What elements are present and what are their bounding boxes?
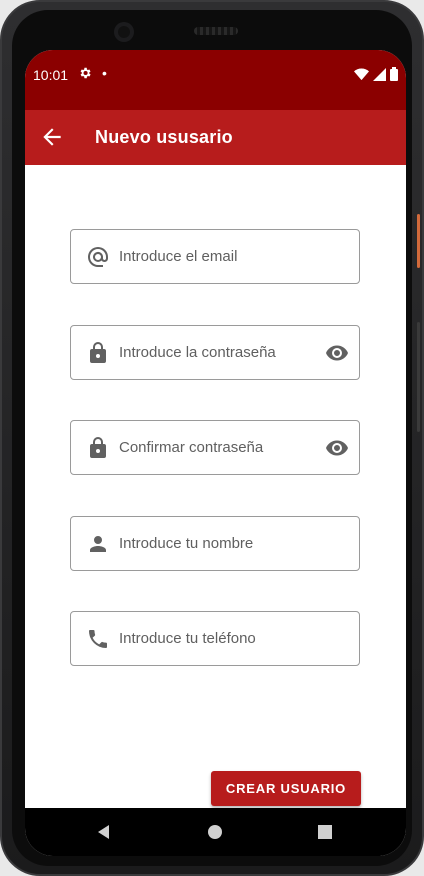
confirm-password-field[interactable]: Confirmar contraseña	[70, 420, 360, 475]
notification-dot: •	[102, 65, 107, 81]
phone-field[interactable]: Introduce tu teléfono	[70, 611, 360, 666]
person-icon	[86, 532, 110, 556]
email-placeholder: Introduce el email	[119, 248, 238, 265]
front-camera	[114, 22, 134, 42]
system-nav-bar	[25, 808, 406, 856]
name-field[interactable]: Introduce tu nombre	[70, 516, 360, 571]
settings-icon	[78, 66, 92, 83]
cellular-signal-icon	[373, 67, 386, 86]
power-button	[417, 322, 420, 432]
lock-icon	[86, 436, 110, 460]
eye-icon[interactable]	[325, 436, 349, 460]
status-bar: 10:01 •	[25, 50, 406, 110]
back-triangle-icon[interactable]	[92, 820, 116, 844]
wifi-icon	[354, 68, 369, 86]
page-title: Nuevo ususario	[95, 127, 233, 147]
phone-placeholder: Introduce tu teléfono	[119, 630, 256, 647]
create-user-button[interactable]: CREAR USUARIO	[211, 771, 361, 806]
recents-square-icon[interactable]	[313, 820, 337, 844]
status-icons	[354, 67, 398, 86]
lock-icon	[86, 341, 110, 365]
status-time: 10:01	[33, 67, 69, 83]
eye-icon[interactable]	[325, 341, 349, 365]
phone-icon	[86, 627, 110, 651]
phone-frame: 10:01 • Nuevo ususario Introduce el emai…	[0, 0, 424, 876]
arrow-back-icon[interactable]	[39, 124, 65, 150]
name-placeholder: Introduce tu nombre	[119, 535, 254, 552]
at-sign-icon	[86, 245, 110, 269]
app-screen: 10:01 • Nuevo ususario Introduce el emai…	[25, 50, 406, 856]
volume-button	[417, 214, 420, 268]
confirm-password-placeholder: Confirmar contraseña	[119, 439, 264, 456]
app-bar: Nuevo ususario	[25, 110, 406, 165]
password-field[interactable]: Introduce la contraseña	[70, 325, 360, 380]
earpiece-speaker	[194, 27, 238, 35]
email-field[interactable]: Introduce el email	[70, 229, 360, 284]
home-circle-icon[interactable]	[203, 820, 227, 844]
battery-icon	[390, 67, 398, 86]
password-placeholder: Introduce la contraseña	[119, 344, 276, 361]
